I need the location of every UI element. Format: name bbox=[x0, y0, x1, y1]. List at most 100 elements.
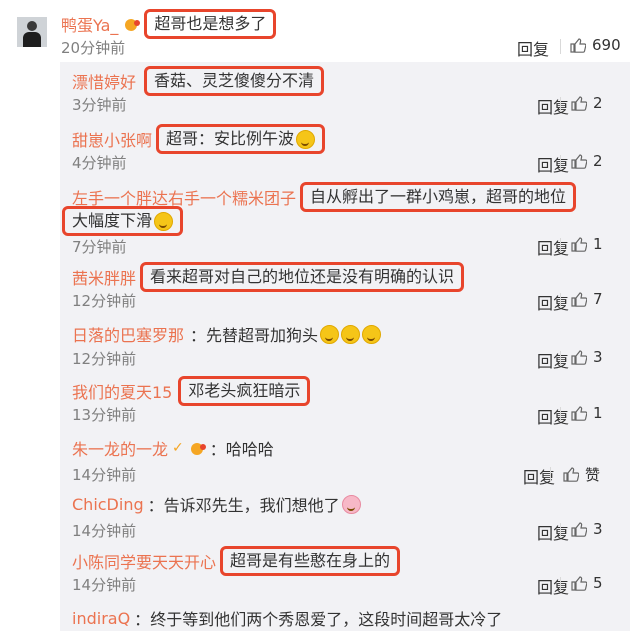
like-count: 3 bbox=[593, 520, 603, 538]
like-count: 赞 bbox=[585, 466, 601, 484]
reply-username[interactable]: 茜米胖胖 bbox=[72, 265, 136, 289]
avatar-head bbox=[27, 21, 37, 31]
like-count: 2 bbox=[593, 152, 603, 170]
reply-button[interactable]: 回复 bbox=[537, 348, 569, 372]
reply-button[interactable]: 回复 bbox=[537, 404, 569, 428]
reply-username[interactable]: 我们的夏天15 bbox=[72, 379, 172, 403]
like-button[interactable]: 7 bbox=[571, 290, 603, 308]
avatar[interactable] bbox=[17, 17, 47, 47]
thumb-up-icon bbox=[571, 405, 587, 421]
like-count: 1 bbox=[593, 235, 603, 253]
like-count: 5 bbox=[593, 574, 603, 592]
thumb-up-icon bbox=[570, 37, 586, 53]
reply-item: 甜崽小张啊 超哥：安比例午波 4分钟前 回复 2 bbox=[60, 120, 630, 176]
reply-time: 4分钟前 bbox=[72, 154, 127, 172]
like-button[interactable]: 3 bbox=[571, 348, 603, 366]
reply-item: 我们的夏天15 邓老头疯狂暗示 13分钟前 回复 1 bbox=[60, 372, 630, 428]
comment-text-box: 超哥也是想多了 bbox=[144, 9, 277, 39]
reply-time: 3分钟前 bbox=[72, 96, 127, 114]
reply-text: 超哥是有些憨在身上的 bbox=[220, 546, 401, 576]
reply-item: indiraQ ： 终于等到他们两个秀恩爱了，这段时间超哥太冷了 bbox=[60, 600, 630, 631]
reply-item: 漂惜婷好 香菇、灵芝傻傻分不清 3分钟前 回复 2 bbox=[60, 62, 630, 118]
divider bbox=[560, 238, 561, 253]
top-comment: 鸭蛋Ya_ 超哥也是想多了 20分钟前 回复 690 bbox=[0, 0, 640, 64]
reply-text-box: 超哥：安比例午波 bbox=[156, 124, 326, 154]
like-button[interactable]: 2 bbox=[571, 152, 603, 170]
reply-button[interactable]: 回复 bbox=[537, 574, 569, 598]
reply-username[interactable]: 小陈同学要天天开心 bbox=[72, 549, 216, 573]
divider bbox=[560, 407, 561, 422]
reply-text: 哈哈哈 bbox=[225, 440, 274, 459]
reply-text: 先替超哥加狗头 bbox=[206, 326, 319, 345]
like-button[interactable]: 3 bbox=[571, 520, 603, 538]
reply-item: 茜米胖胖 看来超哥对自己的地位还是没有明确的认识 12分钟前 回复 7 bbox=[60, 258, 630, 314]
comment-username[interactable]: 鸭蛋Ya_ bbox=[61, 12, 118, 36]
divider bbox=[560, 351, 561, 366]
top-comment-line: 鸭蛋Ya_ 超哥也是想多了 bbox=[61, 9, 277, 39]
reply-text: 终于等到他们两个秀恩爱了，这段时间超哥太冷了 bbox=[150, 610, 503, 629]
vip-badge-icon bbox=[122, 17, 141, 31]
thumb-up-icon bbox=[571, 575, 587, 591]
comment-thread: 鸭蛋Ya_ 超哥也是想多了 20分钟前 回复 690 漂惜婷好 香菇、灵芝傻傻分… bbox=[0, 0, 640, 631]
like-button[interactable]: 5 bbox=[571, 574, 603, 592]
divider bbox=[560, 577, 561, 592]
divider bbox=[560, 39, 561, 54]
reply-time: 14分钟前 bbox=[72, 466, 137, 484]
doge-emoji-icon bbox=[362, 324, 382, 344]
reply-text: 自从孵出了一群小鸡崽，超哥的地位 bbox=[300, 182, 577, 212]
reply-text: 看来超哥对自己的地位还是没有明确的认识 bbox=[140, 262, 465, 292]
like-button[interactable]: 690 bbox=[570, 36, 621, 54]
reply-time: 14分钟前 bbox=[72, 576, 137, 594]
reply-username[interactable]: 漂惜婷好 bbox=[72, 69, 136, 93]
reply-button[interactable]: 回复 bbox=[537, 520, 569, 544]
like-count: 7 bbox=[593, 290, 603, 308]
reply-text-box-2: 大幅度下滑 bbox=[62, 206, 184, 236]
kiss-emoji-icon bbox=[341, 494, 361, 514]
like-button[interactable]: 赞 bbox=[563, 464, 600, 485]
reply-text: 香菇、灵芝傻傻分不清 bbox=[144, 66, 325, 96]
doge-emoji-icon bbox=[341, 324, 361, 344]
reply-text-cont: 大幅度下滑 bbox=[72, 211, 153, 230]
reply-button[interactable]: 回复 bbox=[517, 36, 549, 60]
like-count: 2 bbox=[593, 94, 603, 112]
thumb-up-icon bbox=[571, 349, 587, 365]
reply-username[interactable]: indiraQ bbox=[72, 609, 130, 628]
reply-time: 14分钟前 bbox=[72, 522, 137, 540]
like-count: 690 bbox=[592, 36, 621, 54]
like-count: 3 bbox=[593, 348, 603, 366]
divider bbox=[560, 155, 561, 170]
doge-emoji-icon bbox=[154, 212, 174, 231]
doge-emoji-icon bbox=[296, 130, 316, 149]
reply-username[interactable]: ChicDing bbox=[72, 495, 144, 514]
thumb-up-icon bbox=[571, 521, 587, 537]
reply-item: 左手一个胖达右手一个糯米团子 自从孵出了一群小鸡崽，超哥的地位 大幅度下滑 7分… bbox=[60, 178, 630, 259]
reply-button[interactable]: 回复 bbox=[537, 235, 569, 259]
like-count: 1 bbox=[593, 404, 603, 422]
reply-item: 小陈同学要天天开心 超哥是有些憨在身上的 14分钟前 回复 5 bbox=[60, 542, 630, 598]
reply-time: 7分钟前 bbox=[72, 238, 127, 256]
like-button[interactable]: 1 bbox=[571, 404, 603, 422]
vip-badge-icon bbox=[188, 441, 206, 455]
avatar-body bbox=[23, 32, 41, 47]
reply-item: 朱一龙的一龙 ✓ ： 哈哈哈 14分钟前 回复 赞 bbox=[60, 428, 630, 487]
thumb-up-icon bbox=[571, 291, 587, 307]
divider bbox=[550, 467, 551, 482]
reply-text: 超哥：安比例午波 bbox=[166, 129, 295, 148]
like-button[interactable]: 1 bbox=[571, 235, 603, 253]
reply-time: 13分钟前 bbox=[72, 406, 137, 424]
reply-button[interactable]: 回复 bbox=[537, 94, 569, 118]
like-button[interactable]: 2 bbox=[571, 94, 603, 112]
divider bbox=[560, 97, 561, 112]
divider bbox=[560, 523, 561, 538]
divider bbox=[560, 293, 561, 308]
reply-username[interactable]: 朱一龙的一龙 bbox=[72, 436, 168, 460]
reply-username[interactable]: 日落的巴塞罗那 bbox=[72, 322, 184, 346]
comment-text: 超哥也是想多了 bbox=[144, 9, 277, 39]
thumb-up-icon bbox=[563, 467, 579, 482]
doge-emoji-icon bbox=[320, 324, 340, 344]
reply-time: 12分钟前 bbox=[72, 350, 137, 368]
reply-button[interactable]: 回复 bbox=[537, 152, 569, 176]
reply-username[interactable]: 甜崽小张啊 bbox=[72, 127, 152, 151]
thumb-up-icon bbox=[571, 95, 587, 111]
reply-button[interactable]: 回复 bbox=[537, 290, 569, 314]
